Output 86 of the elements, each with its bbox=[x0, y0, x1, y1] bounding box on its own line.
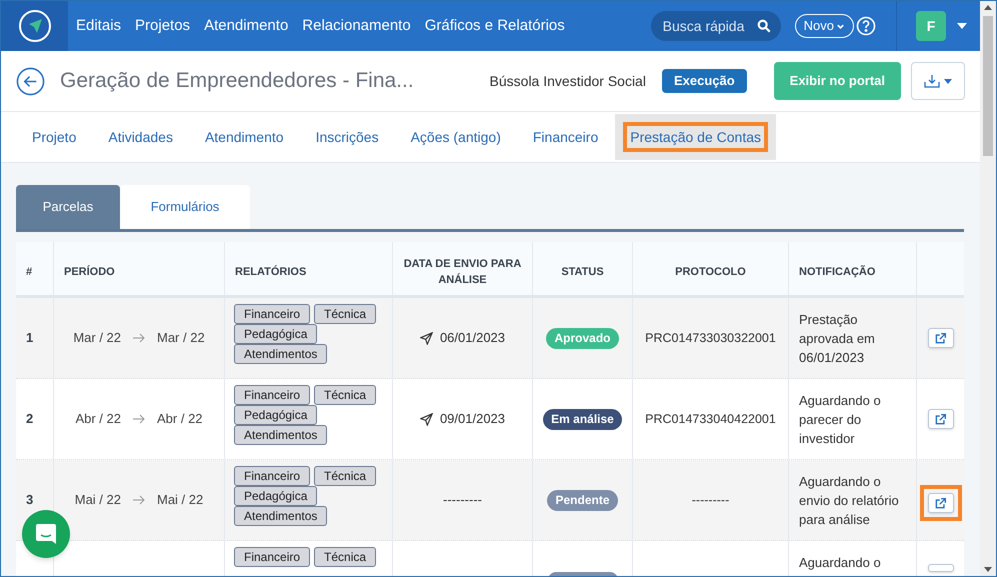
column-header: PROTOCOLO bbox=[675, 264, 746, 280]
external-link-icon bbox=[935, 414, 946, 424]
stage-badge: Execução bbox=[662, 69, 747, 93]
chevron-down-icon bbox=[836, 22, 845, 30]
row-number: 3 bbox=[26, 491, 34, 510]
report-tag: Atendimentos bbox=[234, 344, 328, 364]
period-start: Mar / 22 bbox=[73, 329, 121, 348]
protocol-number: PRC014733040422001 bbox=[645, 410, 776, 428]
report-tag: Financeiro bbox=[234, 385, 310, 405]
arrow-right-icon bbox=[133, 414, 145, 424]
search-field[interactable]: Busca rápida bbox=[650, 11, 781, 41]
nav-link[interactable]: Relacionamento bbox=[302, 14, 411, 38]
status-badge: Aprovado bbox=[546, 328, 618, 348]
tab[interactable]: Projeto bbox=[17, 114, 92, 160]
scroll-up-icon[interactable] bbox=[984, 5, 992, 10]
report-tag: Técnica bbox=[314, 304, 376, 324]
protocol-number: --------- bbox=[692, 492, 730, 509]
report-tag: Pedagógica bbox=[234, 405, 318, 425]
organization-name: Bússola Investidor Social bbox=[490, 72, 646, 90]
open-link-button[interactable] bbox=[928, 328, 954, 348]
scroll-down-icon[interactable] bbox=[984, 567, 992, 572]
status-badge: Pendente bbox=[547, 490, 618, 510]
nav-link[interactable]: Atendimento bbox=[204, 14, 288, 38]
chat-icon bbox=[35, 523, 57, 545]
tab[interactable]: Atividades bbox=[93, 114, 188, 160]
tab[interactable]: Inscrições bbox=[300, 114, 394, 160]
arrow-right-icon bbox=[133, 495, 145, 505]
column-header: RELATÓRIOS bbox=[235, 264, 306, 280]
column-header: # bbox=[26, 264, 32, 280]
scrollbar-thumb[interactable] bbox=[983, 16, 993, 156]
arrow-right-icon bbox=[133, 333, 145, 343]
download-button[interactable] bbox=[911, 62, 965, 100]
report-tag: Financeiro bbox=[234, 304, 310, 324]
column-header: PERÍODO bbox=[64, 264, 115, 280]
project-title: Geração de Empreendedores - Fina... bbox=[60, 68, 414, 94]
period-end: Mar / 22 bbox=[157, 329, 205, 348]
period-end: Abr / 22 bbox=[157, 410, 203, 428]
report-tag: Pedagógica bbox=[234, 324, 318, 344]
open-link-button[interactable] bbox=[928, 409, 954, 429]
external-link-icon bbox=[935, 332, 946, 344]
notification-text: Prestação aprovada em 06/01/2023 bbox=[799, 310, 876, 366]
nav-link[interactable]: Projetos bbox=[135, 14, 190, 38]
sent-date: 06/01/2023 bbox=[440, 329, 506, 348]
column-header: NOTIFICAÇÃO bbox=[799, 264, 876, 280]
tab[interactable]: Financeiro bbox=[518, 114, 614, 160]
row-number: 1 bbox=[26, 329, 34, 348]
scrollbar[interactable] bbox=[980, 1, 996, 576]
report-tag: Atendimentos bbox=[234, 425, 328, 445]
tab[interactable]: Prestação de Contas bbox=[615, 114, 776, 160]
external-link-icon bbox=[935, 498, 946, 508]
period-start: Abr / 22 bbox=[75, 410, 121, 428]
report-tag: Financeiro bbox=[234, 466, 310, 486]
notification-text: Aguardando o parecer do investidor bbox=[799, 392, 882, 448]
caret-down-icon bbox=[944, 78, 952, 84]
report-tag: Técnica bbox=[314, 547, 376, 567]
report-tag: Técnica bbox=[314, 385, 376, 405]
report-tag: Pedagógica bbox=[234, 486, 318, 506]
caret-down-icon[interactable] bbox=[956, 22, 968, 30]
search-icon bbox=[756, 19, 771, 33]
report-tag: Financeiro bbox=[234, 547, 310, 567]
sent-date: --------- bbox=[443, 491, 482, 510]
report-tag: Atendimentos bbox=[234, 506, 328, 526]
subtab[interactable]: Parcelas bbox=[16, 185, 120, 229]
new-button[interactable]: Novo bbox=[794, 14, 854, 38]
notification-text: Aguardando o bbox=[799, 554, 881, 572]
nav-link[interactable]: Gráficos e Relatórios bbox=[424, 14, 565, 38]
paper-plane-icon bbox=[420, 332, 433, 344]
nav-link[interactable]: Editais bbox=[76, 14, 122, 38]
column-header: DATA DE ENVIO PARA ANÁLISE bbox=[402, 256, 522, 288]
report-tag: Técnica bbox=[314, 466, 376, 486]
compass-logo-icon[interactable] bbox=[18, 9, 52, 43]
tab[interactable]: Atendimento bbox=[190, 114, 299, 160]
help-icon[interactable] bbox=[856, 16, 876, 36]
protocol-number: PRC014733030322001 bbox=[645, 330, 776, 347]
period-end: Mai / 22 bbox=[157, 491, 204, 510]
period-start: Mai / 22 bbox=[74, 491, 121, 510]
notification-text: Aguardando o envio do relatório para análise bbox=[799, 472, 900, 528]
row-number: 2 bbox=[26, 410, 34, 428]
status-badge: Em análise bbox=[543, 408, 622, 430]
open-link-button[interactable] bbox=[928, 493, 954, 513]
tab[interactable]: Ações (antigo) bbox=[396, 114, 516, 160]
column-header: STATUS bbox=[561, 264, 604, 280]
download-icon bbox=[924, 74, 940, 88]
subtab[interactable]: Formulários bbox=[120, 185, 250, 229]
sent-date: 09/01/2023 bbox=[440, 410, 506, 428]
paper-plane-icon bbox=[420, 412, 433, 426]
